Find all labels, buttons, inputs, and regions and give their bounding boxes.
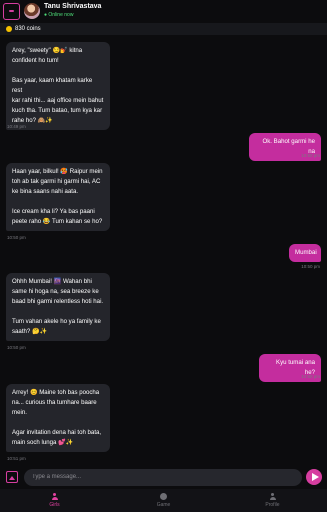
avatar[interactable]: [24, 3, 40, 19]
nav-item-profile[interactable]: Profile: [238, 493, 308, 508]
message-time: 10:50 pm: [7, 345, 26, 350]
online-status: ● Online now: [44, 12, 74, 18]
message-text: Mumbai: [295, 249, 317, 256]
message-incoming: Arrey! 😊 Maine toh bas poocha na... curi…: [6, 384, 110, 452]
bottom-nav: Girls Game Profile: [0, 489, 327, 512]
coin-bar: 830 coins: [0, 23, 327, 35]
nav-label: Game: [156, 502, 171, 508]
game-icon: [160, 493, 167, 500]
minus-icon: [9, 10, 14, 12]
message-text: Haan yaar, bilkul! 🥵 Raipur mein toh ab …: [12, 168, 103, 225]
nav-label: Profile: [265, 502, 280, 508]
message-incoming: Ohhh Mumbai! 🌆 Wahan bhi same hi hoga na…: [6, 273, 110, 341]
contact-name: Tanu Shrivastava: [44, 3, 102, 10]
nav-item-game[interactable]: Game: [129, 493, 199, 508]
chat-area[interactable]: Arey, "sweety" 😏💅 kitna confident ho tum…: [0, 36, 327, 466]
image-upload-button[interactable]: [6, 471, 18, 483]
chat-header: Tanu Shrivastava ● Online now: [0, 0, 327, 22]
back-button[interactable]: [3, 2, 20, 20]
nav-label: Girls: [49, 502, 60, 508]
contact-info: Tanu Shrivastava ● Online now: [44, 2, 101, 20]
message-time: 10:51 pm: [7, 456, 26, 461]
message-incoming: Arey, "sweety" 😏💅 kitna confident ho tum…: [6, 42, 110, 130]
message-outgoing: Mumbai: [289, 244, 321, 262]
message-time: 10:49 pm: [7, 124, 26, 129]
message-composer: [0, 466, 327, 488]
person-icon: [51, 493, 58, 500]
message-time: 10:50 pm: [301, 264, 320, 269]
message-text: Arey, "sweety" 😏💅 kitna confident ho tum…: [12, 47, 104, 124]
nav-item-girls[interactable]: Girls: [20, 493, 90, 508]
message-input[interactable]: [24, 468, 302, 486]
coin-count: 830 coins: [15, 26, 41, 32]
profile-icon: [269, 493, 276, 500]
message-incoming: Haan yaar, bilkul! 🥵 Raipur mein toh ab …: [6, 163, 110, 231]
coin-icon: [6, 26, 12, 32]
message-text: Arrey! 😊 Maine toh bas poocha na... curi…: [12, 389, 102, 446]
message-time: 10:50 pm: [301, 374, 320, 379]
message-time: 10:50 pm: [301, 153, 320, 158]
message-time: 10:50 pm: [7, 235, 26, 240]
send-button[interactable]: [306, 469, 322, 485]
message-text: Ohhh Mumbai! 🌆 Wahan bhi same hi hoga na…: [12, 278, 104, 335]
send-icon: [311, 473, 319, 481]
